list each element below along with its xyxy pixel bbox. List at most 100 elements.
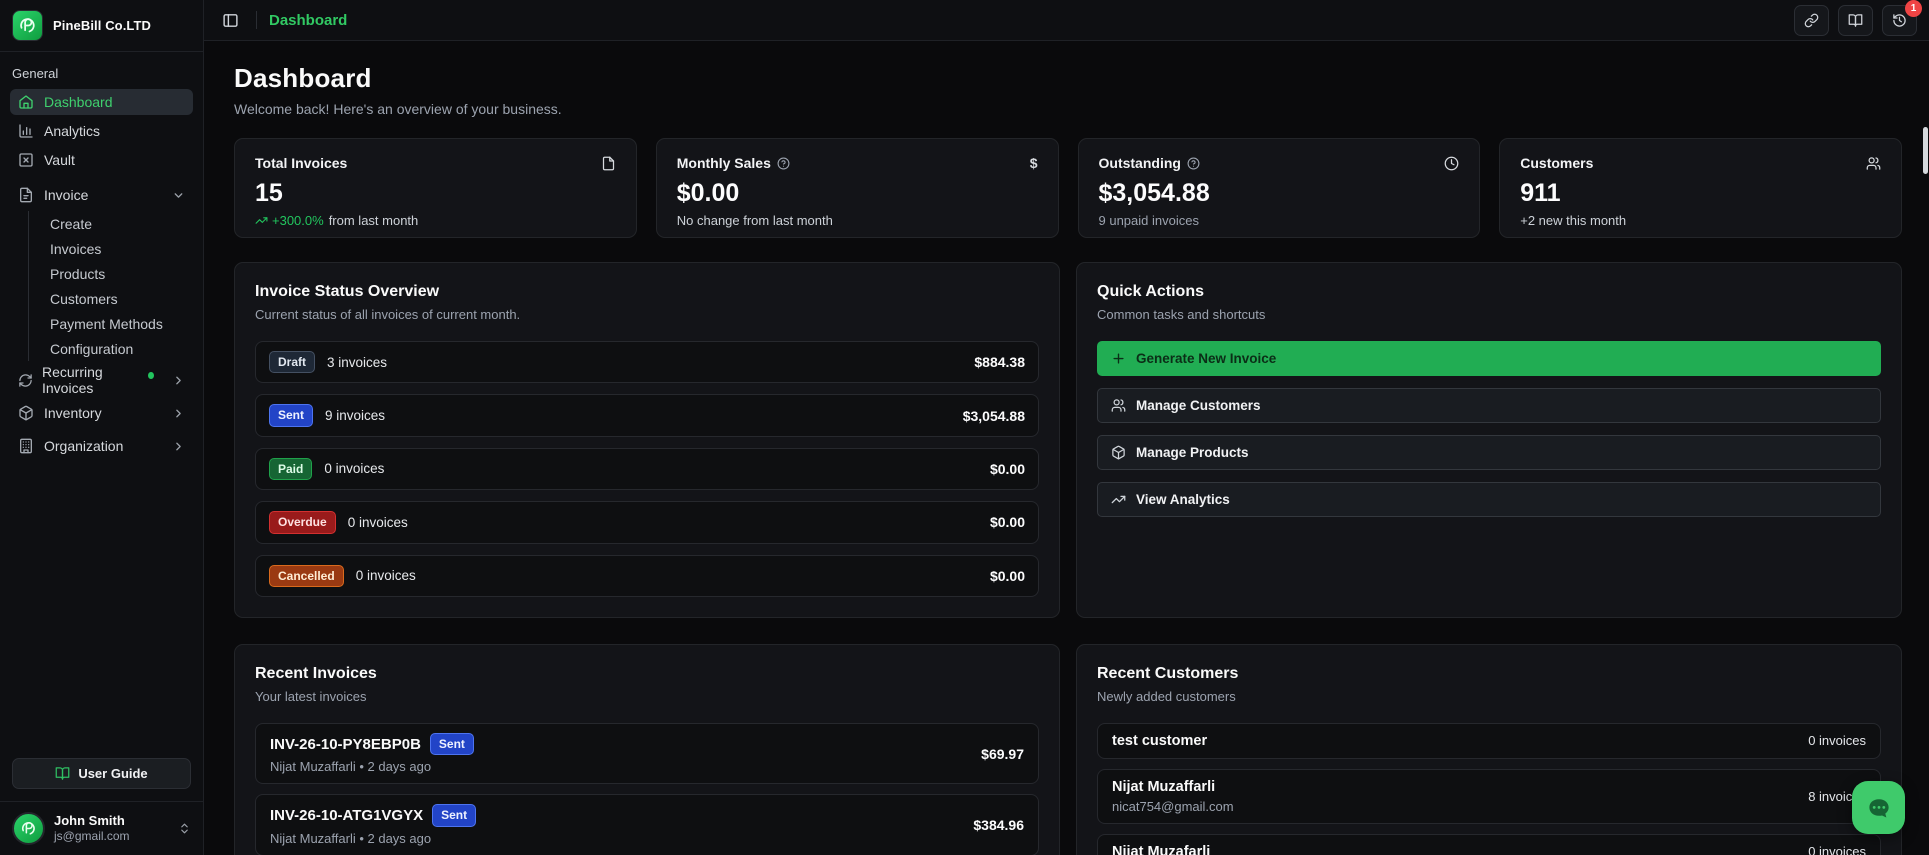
customer-email: nicat754@gmail.com: [1112, 798, 1234, 814]
invoice-amount: $69.97: [981, 745, 1024, 762]
sidebar-item-configuration[interactable]: Configuration: [44, 336, 193, 361]
sidebar-item-customers[interactable]: Customers: [44, 286, 193, 311]
stat-note: +300.0% from last month: [255, 213, 616, 228]
invoice-row[interactable]: INV-26-10-PY8EBP0B Sent Nijat Muzaffarli…: [255, 722, 1039, 785]
card-subtitle: Common tasks and shortcuts: [1097, 307, 1266, 322]
status-amount: $0.00: [989, 567, 1025, 584]
sub-item-label: Payment Methods: [50, 315, 163, 332]
status-badge: Paid: [269, 457, 313, 481]
stat-note-highlight: +300.0%: [272, 213, 324, 228]
package-icon: [18, 405, 35, 421]
brand[interactable]: PineBill Co.LTD: [0, 0, 203, 52]
sub-item-label: Create: [50, 215, 93, 232]
manage-customers-button[interactable]: Manage Customers: [1097, 388, 1881, 423]
scrollbar-thumb[interactable]: [1923, 127, 1928, 174]
notification-badge: 1: [1905, 0, 1922, 17]
customer-name: Nijat Muzaffarli: [1112, 778, 1216, 795]
bottom-row: Recent Invoices Your latest invoices INV…: [234, 643, 1902, 855]
status-amount: $3,054.88: [962, 407, 1025, 424]
stat-note: +2 new this month: [1520, 213, 1881, 228]
customer-row[interactable]: test customer 0 invoices: [1097, 722, 1881, 759]
building-icon: [18, 438, 35, 454]
status-badge: Sent: [269, 404, 314, 427]
invoice-submenu: Create Invoices Products Customers Payme…: [28, 211, 193, 361]
view-analytics-button[interactable]: View Analytics: [1097, 482, 1881, 517]
sidebar-item-label: Dashboard: [44, 94, 113, 110]
invoice-status-card: Invoice Status Overview Current status o…: [234, 262, 1060, 618]
user-info: John Smith js@gmail.com: [54, 813, 169, 844]
status-badge: Sent: [429, 732, 474, 756]
customer-name: test customer: [1112, 732, 1208, 749]
help-circle-icon[interactable]: [1187, 157, 1200, 170]
topbar-actions: 1: [1794, 0, 1922, 36]
customer-row[interactable]: Nijat Muzaffarli nicat754@gmail.com 8 in…: [1097, 768, 1881, 824]
status-row-cancelled: Cancelled 0 invoices $0.00: [255, 554, 1039, 597]
sub-item-label: Configuration: [50, 340, 134, 357]
page-title: Dashboard: [234, 63, 372, 93]
page-subtitle: Welcome back! Here's an overview of your…: [234, 101, 562, 117]
sidebar-item-products[interactable]: Products: [44, 261, 193, 286]
chat-support-button[interactable]: [1852, 781, 1905, 834]
manage-products-button[interactable]: Manage Products: [1097, 435, 1881, 470]
bar-chart-icon: [18, 123, 35, 139]
sidebar-item-invoice[interactable]: Invoice: [10, 182, 193, 208]
card-title: Recent Invoices: [255, 664, 377, 682]
dollar-icon: $: [1029, 155, 1038, 171]
new-indicator-dot: [148, 371, 154, 379]
avatar: [12, 812, 45, 845]
sidebar-item-invoices[interactable]: Invoices: [44, 236, 193, 261]
customer-row[interactable]: Nijat Muzafarli 0 invoices: [1097, 833, 1881, 855]
customer-invoice-count: 0 invoices: [1808, 844, 1866, 855]
docs-button[interactable]: [1838, 4, 1873, 36]
users-icon: [1866, 156, 1881, 171]
sidebar-item-vault[interactable]: Vault: [10, 147, 193, 173]
user-guide-button[interactable]: User Guide: [12, 758, 191, 789]
stat-card-outstanding: Outstanding $3,054.88 9 unpaid invoices: [1077, 138, 1481, 238]
history-button[interactable]: 1: [1882, 0, 1922, 36]
button-label: Manage Customers: [1136, 398, 1261, 413]
status-badge: Draft: [269, 351, 316, 374]
sidebar-item-recurring-invoices[interactable]: Recurring Invoices: [10, 364, 193, 396]
sidebar-item-label: Inventory: [44, 405, 102, 421]
chevron-right-icon: [172, 407, 185, 420]
stat-card-total-invoices: Total Invoices 15 +300.0% from last mont…: [234, 138, 637, 238]
share-link-button[interactable]: [1794, 4, 1829, 36]
sidebar-item-create[interactable]: Create: [44, 211, 193, 236]
sidebar-toggle-button[interactable]: [216, 6, 244, 34]
invoice-meta: Nijat Muzaffarli • 2 days ago: [270, 830, 432, 846]
status-count: 0 invoices: [324, 461, 385, 477]
status-count: 3 invoices: [327, 354, 388, 370]
home-icon: [18, 94, 35, 110]
sidebar-item-organization[interactable]: Organization: [10, 433, 193, 459]
book-open-icon: [55, 766, 70, 781]
user-menu[interactable]: John Smith js@gmail.com: [0, 801, 203, 855]
brand-name: PineBill Co.LTD: [53, 18, 152, 33]
clock-icon: [1444, 156, 1459, 171]
vault-icon: [18, 152, 35, 168]
breadcrumb: Dashboard: [269, 11, 348, 29]
generate-new-invoice-button[interactable]: Generate New Invoice: [1097, 341, 1881, 376]
customer-name: Nijat Muzafarli: [1112, 843, 1211, 855]
chevrons-up-down-icon: [178, 822, 191, 835]
stat-note: No change from last month: [677, 213, 1038, 228]
trending-up-icon: [255, 214, 268, 227]
status-amount: $0.00: [989, 514, 1025, 531]
stat-value: $3,054.88: [1098, 179, 1210, 207]
sidebar-item-dashboard[interactable]: Dashboard: [10, 89, 193, 115]
stat-note: 9 unpaid invoices: [1099, 213, 1460, 228]
invoice-row[interactable]: INV-26-10-ATG1VGYX Sent Nijat Muzaffarli…: [255, 794, 1039, 855]
invoice-meta: Nijat Muzaffarli • 2 days ago: [270, 759, 432, 775]
recent-invoices-card: Recent Invoices Your latest invoices INV…: [234, 643, 1060, 855]
status-badge: Sent: [432, 804, 477, 827]
sidebar-item-inventory[interactable]: Inventory: [10, 400, 193, 426]
button-label: Manage Products: [1136, 445, 1249, 460]
invoice-file-icon: [18, 187, 35, 203]
card-title: Recent Customers: [1097, 664, 1239, 682]
sidebar: PineBill Co.LTD General Dashboard Analyt…: [0, 0, 204, 855]
user-guide-label: User Guide: [78, 766, 148, 781]
sidebar-item-analytics[interactable]: Analytics: [10, 118, 193, 144]
help-circle-icon[interactable]: [777, 157, 790, 170]
chevron-down-icon: [172, 189, 185, 202]
sidebar-item-payment-methods[interactable]: Payment Methods: [44, 311, 193, 336]
sidebar-item-label: Analytics: [44, 123, 101, 139]
